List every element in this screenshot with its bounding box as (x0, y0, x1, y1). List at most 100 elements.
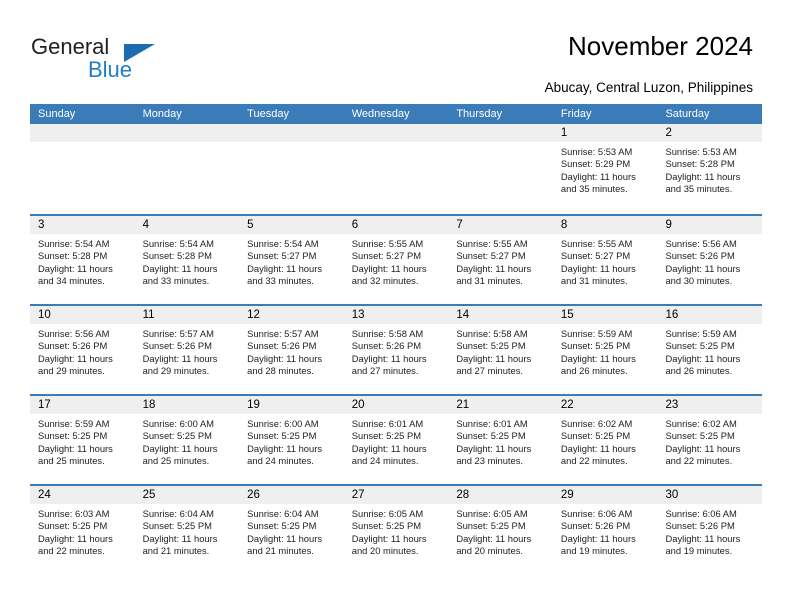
sunrise-text: Sunrise: 5:55 AM (560, 238, 633, 249)
day-sun-info: Sunrise: 5:54 AM Sunset: 5:27 PM Daylight:… (239, 234, 344, 288)
day-cell[interactable]: 30 Sunrise: 6:06 AM Sunset: 5:26 PM Dayligh… (657, 486, 763, 574)
sunset-text: Sunset: 5:25 PM (560, 340, 631, 352)
daylight-text-line2: and 33 minutes. (142, 275, 210, 287)
general-blue-logo[interactable]: General Blue (31, 34, 181, 84)
day-number: 15 (552, 306, 658, 324)
day-cell[interactable]: 16 Sunrise: 5:59 AM Sunset: 5:25 PM Dayligh… (657, 306, 763, 394)
day-cell[interactable]: 3 Sunrise: 5:54 AM Sunset: 5:28 PM Daylight… (30, 216, 135, 304)
day-sun-info: Sunrise: 6:05 AM Sunset: 5:25 PM Daylight:… (448, 504, 553, 558)
day-cell-empty (30, 124, 135, 214)
daylight-text-line2: and 24 minutes. (351, 455, 419, 467)
day-cell[interactable]: 23 Sunrise: 6:02 AM Sunset: 5:25 PM Dayligh… (657, 396, 763, 484)
daylight-text-line2: and 33 minutes. (247, 275, 314, 287)
sunrise-text: Sunrise: 6:05 AM (351, 508, 424, 519)
sunset-text: Sunset: 5:25 PM (247, 430, 317, 442)
weekday-header-sunday: Sunday (38, 108, 76, 120)
daylight-text-line1: Daylight: 11 hours (456, 442, 532, 454)
daylight-text-line2: and 32 minutes. (351, 275, 419, 287)
daylight-text-line1: Daylight: 11 hours (665, 170, 741, 182)
day-cell[interactable]: 7 Sunrise: 5:55 AM Sunset: 5:27 PM Daylight… (448, 216, 553, 304)
daylight-text-line1: Daylight: 11 hours (247, 352, 323, 364)
sunset-text: Sunset: 5:25 PM (142, 430, 212, 442)
day-cell[interactable]: 2 Sunrise: 5:53 AM Sunset: 5:28 PM Daylight… (657, 124, 763, 214)
day-sun-info: Sunrise: 5:54 AM Sunset: 5:28 PM Daylight:… (135, 234, 240, 288)
daylight-text-line2: and 19 minutes. (560, 545, 628, 557)
day-cell[interactable]: 20 Sunrise: 6:01 AM Sunset: 5:25 PM Dayligh… (343, 396, 449, 484)
day-number: 30 (657, 486, 763, 504)
location-subtitle: Abucay, Central Luzon, Philippines (544, 80, 753, 95)
day-number: 10 (30, 306, 135, 324)
day-cell[interactable]: 1 Sunrise: 5:53 AM Sunset: 5:29 PM Daylight… (552, 124, 658, 214)
day-sun-info: Sunrise: 6:04 AM Sunset: 5:25 PM Daylight:… (135, 504, 240, 558)
sunrise-text: Sunrise: 6:00 AM (142, 418, 214, 429)
day-cell[interactable]: 14 Sunrise: 5:58 AM Sunset: 5:25 PM Dayligh… (448, 306, 553, 394)
day-cell-empty (448, 124, 553, 214)
day-sun-info: Sunrise: 5:58 AM Sunset: 5:26 PM Daylight:… (344, 324, 449, 378)
calendar-page: General Blue November 2024 Abucay, Centr… (0, 0, 792, 612)
day-cell[interactable]: 27 Sunrise: 6:05 AM Sunset: 5:25 PM Dayligh… (343, 486, 449, 574)
day-sun-info: Sunrise: 5:56 AM Sunset: 5:26 PM Daylight:… (657, 234, 762, 288)
day-sun-info: Sunrise: 5:57 AM Sunset: 5:26 PM Daylight:… (135, 324, 240, 378)
sunset-text: Sunset: 5:25 PM (142, 520, 212, 532)
day-number: 14 (448, 306, 553, 324)
daylight-text-line2: and 24 minutes. (247, 455, 314, 467)
day-cell[interactable]: 13 Sunrise: 5:58 AM Sunset: 5:26 PM Dayligh… (343, 306, 449, 394)
sunset-text: Sunset: 5:26 PM (665, 520, 735, 532)
sunset-text: Sunset: 5:27 PM (456, 250, 526, 262)
daylight-text-line2: and 31 minutes. (560, 275, 628, 287)
day-sun-info: Sunrise: 6:01 AM Sunset: 5:25 PM Daylight:… (448, 414, 553, 468)
day-number: 1 (552, 124, 658, 142)
day-cell[interactable]: 17 Sunrise: 5:59 AM Sunset: 5:25 PM Dayligh… (30, 396, 135, 484)
day-number: 11 (134, 306, 240, 324)
weekday-header-tuesday: Tuesday (247, 108, 289, 120)
sunrise-text: Sunrise: 5:56 AM (665, 238, 737, 249)
day-cell[interactable]: 22 Sunrise: 6:02 AM Sunset: 5:25 PM Dayligh… (552, 396, 658, 484)
day-cell[interactable]: 4 Sunrise: 5:54 AM Sunset: 5:28 PM Daylight… (134, 216, 240, 304)
day-sun-info: Sunrise: 5:58 AM Sunset: 5:25 PM Daylight:… (448, 324, 553, 378)
sunset-text: Sunset: 5:28 PM (38, 250, 108, 262)
daylight-text-line2: and 26 minutes. (560, 365, 628, 377)
sunset-text: Sunset: 5:26 PM (560, 520, 631, 532)
day-sun-info: Sunrise: 6:00 AM Sunset: 5:25 PM Daylight:… (135, 414, 240, 468)
sunrise-text: Sunrise: 6:00 AM (247, 418, 319, 429)
daylight-text-line1: Daylight: 11 hours (665, 352, 741, 364)
sunrise-text: Sunrise: 5:54 AM (247, 238, 319, 249)
day-sun-info: Sunrise: 6:06 AM Sunset: 5:26 PM Daylight:… (553, 504, 658, 558)
daylight-text-line1: Daylight: 11 hours (560, 262, 636, 274)
day-cell[interactable]: 18 Sunrise: 6:00 AM Sunset: 5:25 PM Dayligh… (134, 396, 240, 484)
sunset-text: Sunset: 5:28 PM (665, 158, 735, 170)
day-cell[interactable]: 6 Sunrise: 5:55 AM Sunset: 5:27 PM Daylight… (343, 216, 449, 304)
calendar-week-row: 17 Sunrise: 5:59 AM Sunset: 5:25 PM Dayligh… (30, 394, 763, 484)
calendar-weeks: 1 Sunrise: 5:53 AM Sunset: 5:29 PM Daylight… (30, 124, 763, 574)
day-cell[interactable]: 5 Sunrise: 5:54 AM Sunset: 5:27 PM Daylight… (239, 216, 344, 304)
day-cell[interactable]: 24 Sunrise: 6:03 AM Sunset: 5:25 PM Dayligh… (30, 486, 135, 574)
day-cell[interactable]: 28 Sunrise: 6:05 AM Sunset: 5:25 PM Dayligh… (448, 486, 553, 574)
day-cell[interactable]: 19 Sunrise: 6:00 AM Sunset: 5:25 PM Dayligh… (239, 396, 344, 484)
daylight-text-line1: Daylight: 11 hours (247, 442, 323, 454)
day-cell[interactable]: 10 Sunrise: 5:56 AM Sunset: 5:26 PM Dayligh… (30, 306, 135, 394)
day-number: 5 (239, 216, 344, 234)
day-number (239, 124, 344, 142)
day-sun-info: Sunrise: 6:03 AM Sunset: 5:25 PM Daylight:… (30, 504, 135, 558)
daylight-text-line2: and 21 minutes. (142, 545, 210, 557)
day-cell[interactable]: 15 Sunrise: 5:59 AM Sunset: 5:25 PM Dayligh… (552, 306, 658, 394)
day-cell[interactable]: 9 Sunrise: 5:56 AM Sunset: 5:26 PM Daylight… (657, 216, 763, 304)
day-cell[interactable]: 25 Sunrise: 6:04 AM Sunset: 5:25 PM Dayligh… (134, 486, 240, 574)
day-number: 19 (239, 396, 344, 414)
day-cell[interactable]: 21 Sunrise: 6:01 AM Sunset: 5:25 PM Dayligh… (448, 396, 553, 484)
daylight-text-line2: and 27 minutes. (351, 365, 419, 377)
daylight-text-line2: and 34 minutes. (38, 275, 105, 287)
day-cell[interactable]: 26 Sunrise: 6:04 AM Sunset: 5:25 PM Dayligh… (239, 486, 344, 574)
day-cell[interactable]: 8 Sunrise: 5:55 AM Sunset: 5:27 PM Daylight… (552, 216, 658, 304)
sunset-text: Sunset: 5:26 PM (247, 340, 317, 352)
day-cell[interactable]: 11 Sunrise: 5:57 AM Sunset: 5:26 PM Dayligh… (134, 306, 240, 394)
sunset-text: Sunset: 5:25 PM (560, 430, 631, 442)
day-sun-info: Sunrise: 5:59 AM Sunset: 5:25 PM Daylight:… (657, 324, 762, 378)
daylight-text-line2: and 25 minutes. (38, 455, 105, 467)
day-cell[interactable]: 12 Sunrise: 5:57 AM Sunset: 5:26 PM Dayligh… (239, 306, 344, 394)
day-cell[interactable]: 29 Sunrise: 6:06 AM Sunset: 5:26 PM Dayligh… (552, 486, 658, 574)
day-sun-info: Sunrise: 6:04 AM Sunset: 5:25 PM Daylight:… (239, 504, 344, 558)
daylight-text-line1: Daylight: 11 hours (247, 532, 323, 544)
sunrise-text: Sunrise: 6:01 AM (351, 418, 424, 429)
day-number (134, 124, 240, 142)
